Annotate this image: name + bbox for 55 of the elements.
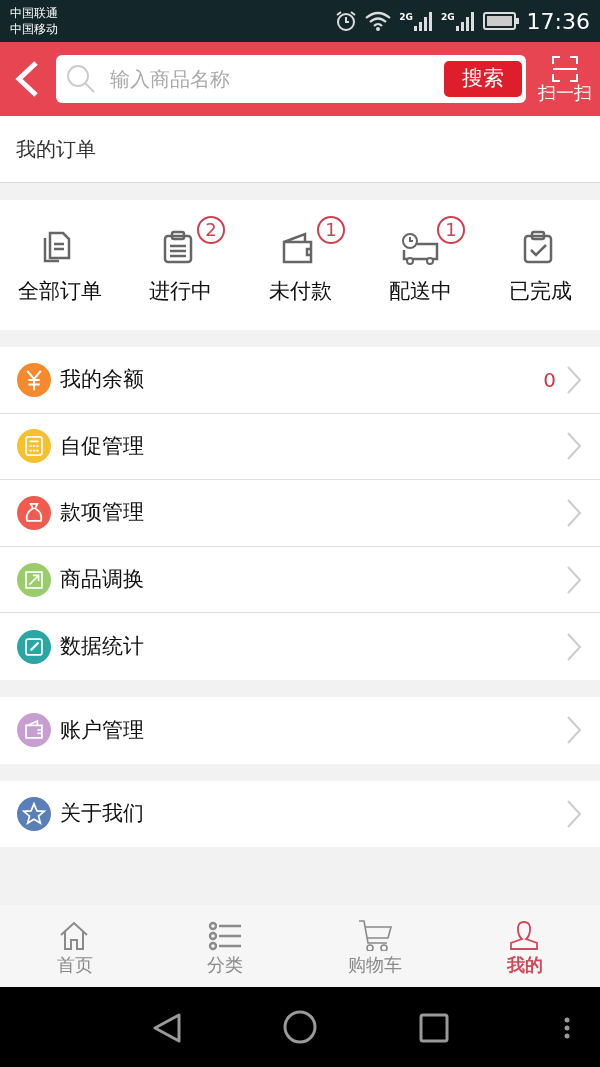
chevron-right-icon — [566, 564, 582, 595]
menu-item[interactable]: 我的余额 0 — [0, 347, 600, 414]
menu-label: 自促管理 — [60, 432, 145, 460]
chevron-right-icon — [566, 715, 582, 746]
more-icon[interactable] — [563, 1017, 571, 1039]
network-label: 2G — [399, 11, 413, 24]
menu-item[interactable]: 账户管理 — [0, 696, 600, 764]
count-badge: 1 — [437, 216, 465, 244]
menu-label: 账户管理 — [60, 716, 145, 744]
menu-item[interactable]: 数据统计 — [0, 613, 600, 680]
back-icon[interactable] — [14, 60, 40, 98]
chevron-right-icon — [566, 498, 582, 528]
wifi-icon — [365, 11, 392, 31]
network-label: 2G — [440, 11, 455, 24]
tab-button[interactable]: 我的 — [450, 905, 600, 987]
chevron-right-icon — [566, 798, 582, 829]
menu-item[interactable]: 自促管理 — [0, 413, 600, 481]
cart-icon — [357, 919, 393, 951]
count-badge: 1 — [317, 216, 345, 244]
menu-item[interactable]: 关于我们 — [0, 780, 600, 848]
menu-label: 商品调换 — [60, 565, 145, 593]
signal-icon — [454, 11, 475, 31]
scan-icon[interactable] — [551, 55, 579, 83]
carrier-name: 中国联通 — [10, 5, 58, 21]
recent-apps-icon[interactable] — [419, 1013, 449, 1043]
order-status-label[interactable]: 已完成 — [508, 276, 572, 308]
order-status-label[interactable]: 配送中 — [388, 276, 452, 308]
home-icon[interactable] — [283, 1010, 317, 1044]
menu-label: 款项管理 — [60, 499, 145, 527]
balance-value: 0 — [543, 366, 556, 394]
search-button[interactable]: 搜索 — [444, 61, 522, 97]
signal-icon — [412, 11, 433, 31]
chevron-right-icon — [566, 364, 582, 395]
menu-label: 数据统计 — [60, 632, 145, 660]
order-status-label[interactable]: 未付款 — [268, 276, 332, 308]
back-icon[interactable] — [152, 1012, 182, 1044]
list-icon — [207, 919, 243, 951]
menu-label: 我的余额 — [60, 366, 145, 394]
count-badge: 2 — [197, 216, 225, 244]
search-field[interactable]: 输入商品名称 搜索 — [56, 55, 526, 103]
search-icon — [66, 64, 96, 94]
carrier-name: 中国移动 — [10, 21, 58, 37]
chevron-right-icon — [566, 631, 582, 662]
order-status-label[interactable]: 全部订单 — [18, 276, 102, 308]
order-status-label[interactable]: 进行中 — [148, 276, 212, 308]
scan-label[interactable]: 扫一扫 — [538, 83, 592, 103]
chevron-right-icon — [566, 431, 582, 462]
delivery-truck-icon[interactable] — [401, 230, 439, 266]
section-title: 我的订单 — [16, 136, 96, 163]
menu-item[interactable]: 款项管理 — [0, 480, 600, 547]
alarm-icon — [335, 10, 358, 32]
menu-item[interactable]: 商品调换 — [0, 546, 600, 614]
clock: 17:36 — [526, 7, 590, 36]
menu-label: 关于我们 — [60, 800, 145, 828]
battery-icon — [482, 12, 519, 30]
